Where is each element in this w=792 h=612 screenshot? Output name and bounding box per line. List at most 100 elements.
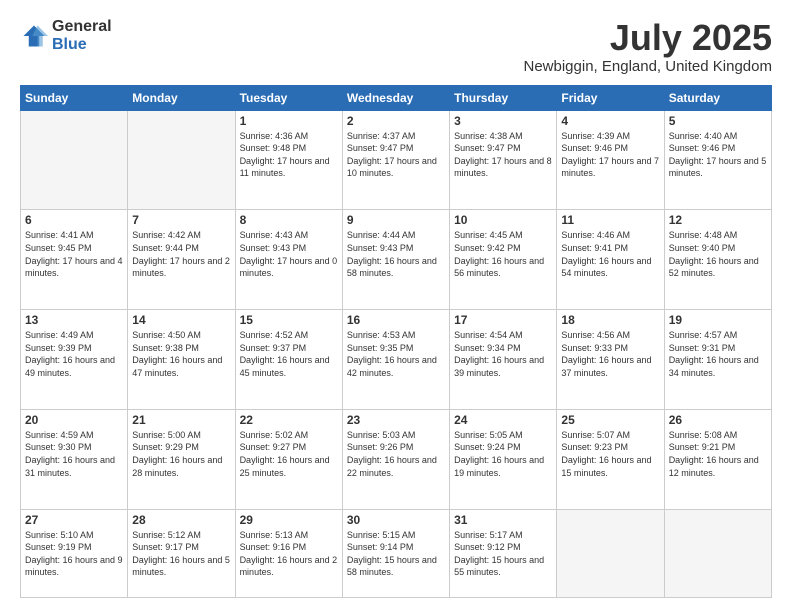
calendar-cell: 25 Sunrise: 5:07 AM Sunset: 9:23 PM Dayli… [557, 409, 664, 509]
page: General Blue July 2025 Newbiggin, Englan… [0, 0, 792, 612]
subtitle: Newbiggin, England, United Kingdom [524, 58, 773, 75]
day-number: 1 [240, 114, 338, 128]
calendar-table: SundayMondayTuesdayWednesdayThursdayFrid… [20, 85, 772, 598]
day-number: 15 [240, 313, 338, 327]
calendar-cell: 31 Sunrise: 5:17 AM Sunset: 9:12 PM Dayli… [450, 509, 557, 597]
day-info: Sunrise: 4:56 AM Sunset: 9:33 PM Dayligh… [561, 329, 659, 379]
day-number: 26 [669, 413, 767, 427]
calendar-cell: 20 Sunrise: 4:59 AM Sunset: 9:30 PM Dayli… [21, 409, 128, 509]
day-number: 14 [132, 313, 230, 327]
day-number: 9 [347, 213, 445, 227]
day-info: Sunrise: 4:38 AM Sunset: 9:47 PM Dayligh… [454, 130, 552, 180]
day-info: Sunrise: 5:08 AM Sunset: 9:21 PM Dayligh… [669, 429, 767, 479]
day-number: 28 [132, 513, 230, 527]
calendar-weekday-tuesday: Tuesday [235, 85, 342, 110]
calendar-weekday-wednesday: Wednesday [342, 85, 449, 110]
calendar-cell: 17 Sunrise: 4:54 AM Sunset: 9:34 PM Dayli… [450, 310, 557, 410]
calendar-cell: 23 Sunrise: 5:03 AM Sunset: 9:26 PM Dayli… [342, 409, 449, 509]
day-number: 30 [347, 513, 445, 527]
day-number: 8 [240, 213, 338, 227]
calendar-week-4: 20 Sunrise: 4:59 AM Sunset: 9:30 PM Dayli… [21, 409, 772, 509]
calendar-cell: 13 Sunrise: 4:49 AM Sunset: 9:39 PM Dayli… [21, 310, 128, 410]
header: General Blue July 2025 Newbiggin, Englan… [20, 18, 772, 75]
day-number: 10 [454, 213, 552, 227]
day-info: Sunrise: 4:39 AM Sunset: 9:46 PM Dayligh… [561, 130, 659, 180]
day-info: Sunrise: 5:12 AM Sunset: 9:17 PM Dayligh… [132, 529, 230, 579]
calendar-cell: 29Sunrise: 5:13 AM Sunset: 9:16 PM Dayli… [235, 509, 342, 597]
calendar-cell: 10 Sunrise: 4:45 AM Sunset: 9:42 PM Dayli… [450, 210, 557, 310]
calendar-week-1: 1 Sunrise: 4:36 AM Sunset: 9:48 PM Daylig… [21, 110, 772, 210]
day-number: 21 [132, 413, 230, 427]
day-info: Sunrise: 5:10 AM Sunset: 9:19 PM Dayligh… [25, 529, 123, 579]
calendar-cell: 19Sunrise: 4:57 AM Sunset: 9:31 PM Dayli… [664, 310, 771, 410]
day-info: Sunrise: 4:45 AM Sunset: 9:42 PM Dayligh… [454, 229, 552, 279]
day-info: Sunrise: 4:59 AM Sunset: 9:30 PM Dayligh… [25, 429, 123, 479]
day-info: Sunrise: 5:15 AM Sunset: 9:14 PM Dayligh… [347, 529, 445, 579]
day-info: Sunrise: 5:00 AM Sunset: 9:29 PM Dayligh… [132, 429, 230, 479]
day-info: Sunrise: 5:07 AM Sunset: 9:23 PM Dayligh… [561, 429, 659, 479]
day-number: 31 [454, 513, 552, 527]
calendar-cell: 6Sunrise: 4:41 AM Sunset: 9:45 PM Daylig… [21, 210, 128, 310]
logo-text: General Blue [52, 18, 112, 53]
calendar-cell: 12 Sunrise: 4:48 AM Sunset: 9:40 PM Dayli… [664, 210, 771, 310]
day-info: Sunrise: 4:44 AM Sunset: 9:43 PM Dayligh… [347, 229, 445, 279]
day-number: 24 [454, 413, 552, 427]
day-info: Sunrise: 4:41 AM Sunset: 9:45 PM Dayligh… [25, 229, 123, 279]
day-info: Sunrise: 4:50 AM Sunset: 9:38 PM Dayligh… [132, 329, 230, 379]
day-info: Sunrise: 5:03 AM Sunset: 9:26 PM Dayligh… [347, 429, 445, 479]
day-info: Sunrise: 4:57 AM Sunset: 9:31 PM Dayligh… [669, 329, 767, 379]
day-info: Sunrise: 4:40 AM Sunset: 9:46 PM Dayligh… [669, 130, 767, 180]
calendar-weekday-saturday: Saturday [664, 85, 771, 110]
day-info: Sunrise: 5:17 AM Sunset: 9:12 PM Dayligh… [454, 529, 552, 579]
calendar-cell: 21 Sunrise: 5:00 AM Sunset: 9:29 PM Dayli… [128, 409, 235, 509]
day-number: 11 [561, 213, 659, 227]
day-number: 3 [454, 114, 552, 128]
calendar-week-3: 13 Sunrise: 4:49 AM Sunset: 9:39 PM Dayli… [21, 310, 772, 410]
calendar-cell: 5 Sunrise: 4:40 AM Sunset: 9:46 PM Daylig… [664, 110, 771, 210]
calendar-cell: 26 Sunrise: 5:08 AM Sunset: 9:21 PM Dayli… [664, 409, 771, 509]
calendar-cell: 24 Sunrise: 5:05 AM Sunset: 9:24 PM Dayli… [450, 409, 557, 509]
day-info: Sunrise: 4:49 AM Sunset: 9:39 PM Dayligh… [25, 329, 123, 379]
calendar-cell: 8Sunrise: 4:43 AM Sunset: 9:43 PM Daylig… [235, 210, 342, 310]
calendar-cell: 16 Sunrise: 4:53 AM Sunset: 9:35 PM Dayli… [342, 310, 449, 410]
main-title: July 2025 [524, 18, 773, 58]
calendar-cell: 18Sunrise: 4:56 AM Sunset: 9:33 PM Dayli… [557, 310, 664, 410]
calendar-cell: 4Sunrise: 4:39 AM Sunset: 9:46 PM Daylig… [557, 110, 664, 210]
day-info: Sunrise: 4:54 AM Sunset: 9:34 PM Dayligh… [454, 329, 552, 379]
calendar-cell: 1 Sunrise: 4:36 AM Sunset: 9:48 PM Daylig… [235, 110, 342, 210]
day-info: Sunrise: 4:36 AM Sunset: 9:48 PM Dayligh… [240, 130, 338, 180]
day-info: Sunrise: 4:48 AM Sunset: 9:40 PM Dayligh… [669, 229, 767, 279]
logo: General Blue [20, 18, 112, 53]
day-number: 20 [25, 413, 123, 427]
calendar-week-2: 6Sunrise: 4:41 AM Sunset: 9:45 PM Daylig… [21, 210, 772, 310]
calendar-cell [21, 110, 128, 210]
day-number: 22 [240, 413, 338, 427]
calendar-cell: 22 Sunrise: 5:02 AM Sunset: 9:27 PM Dayli… [235, 409, 342, 509]
day-number: 12 [669, 213, 767, 227]
day-number: 7 [132, 213, 230, 227]
calendar-cell: 15 Sunrise: 4:52 AM Sunset: 9:37 PM Dayli… [235, 310, 342, 410]
calendar-weekday-sunday: Sunday [21, 85, 128, 110]
day-number: 27 [25, 513, 123, 527]
day-info: Sunrise: 4:53 AM Sunset: 9:35 PM Dayligh… [347, 329, 445, 379]
day-number: 5 [669, 114, 767, 128]
day-number: 25 [561, 413, 659, 427]
day-number: 17 [454, 313, 552, 327]
calendar-cell [557, 509, 664, 597]
title-block: July 2025 Newbiggin, England, United Kin… [524, 18, 773, 75]
calendar-header-row: SundayMondayTuesdayWednesdayThursdayFrid… [21, 85, 772, 110]
calendar-cell [664, 509, 771, 597]
calendar-cell: 7Sunrise: 4:42 AM Sunset: 9:44 PM Daylig… [128, 210, 235, 310]
calendar-cell: 14 Sunrise: 4:50 AM Sunset: 9:38 PM Dayli… [128, 310, 235, 410]
calendar-cell: 11Sunrise: 4:46 AM Sunset: 9:41 PM Dayli… [557, 210, 664, 310]
day-number: 2 [347, 114, 445, 128]
calendar-cell: 3 Sunrise: 4:38 AM Sunset: 9:47 PM Daylig… [450, 110, 557, 210]
day-number: 23 [347, 413, 445, 427]
day-info: Sunrise: 5:05 AM Sunset: 9:24 PM Dayligh… [454, 429, 552, 479]
day-number: 13 [25, 313, 123, 327]
day-info: Sunrise: 4:52 AM Sunset: 9:37 PM Dayligh… [240, 329, 338, 379]
calendar-cell: 2Sunrise: 4:37 AM Sunset: 9:47 PM Daylig… [342, 110, 449, 210]
calendar-body: 1 Sunrise: 4:36 AM Sunset: 9:48 PM Daylig… [21, 110, 772, 597]
day-number: 16 [347, 313, 445, 327]
day-info: Sunrise: 5:02 AM Sunset: 9:27 PM Dayligh… [240, 429, 338, 479]
